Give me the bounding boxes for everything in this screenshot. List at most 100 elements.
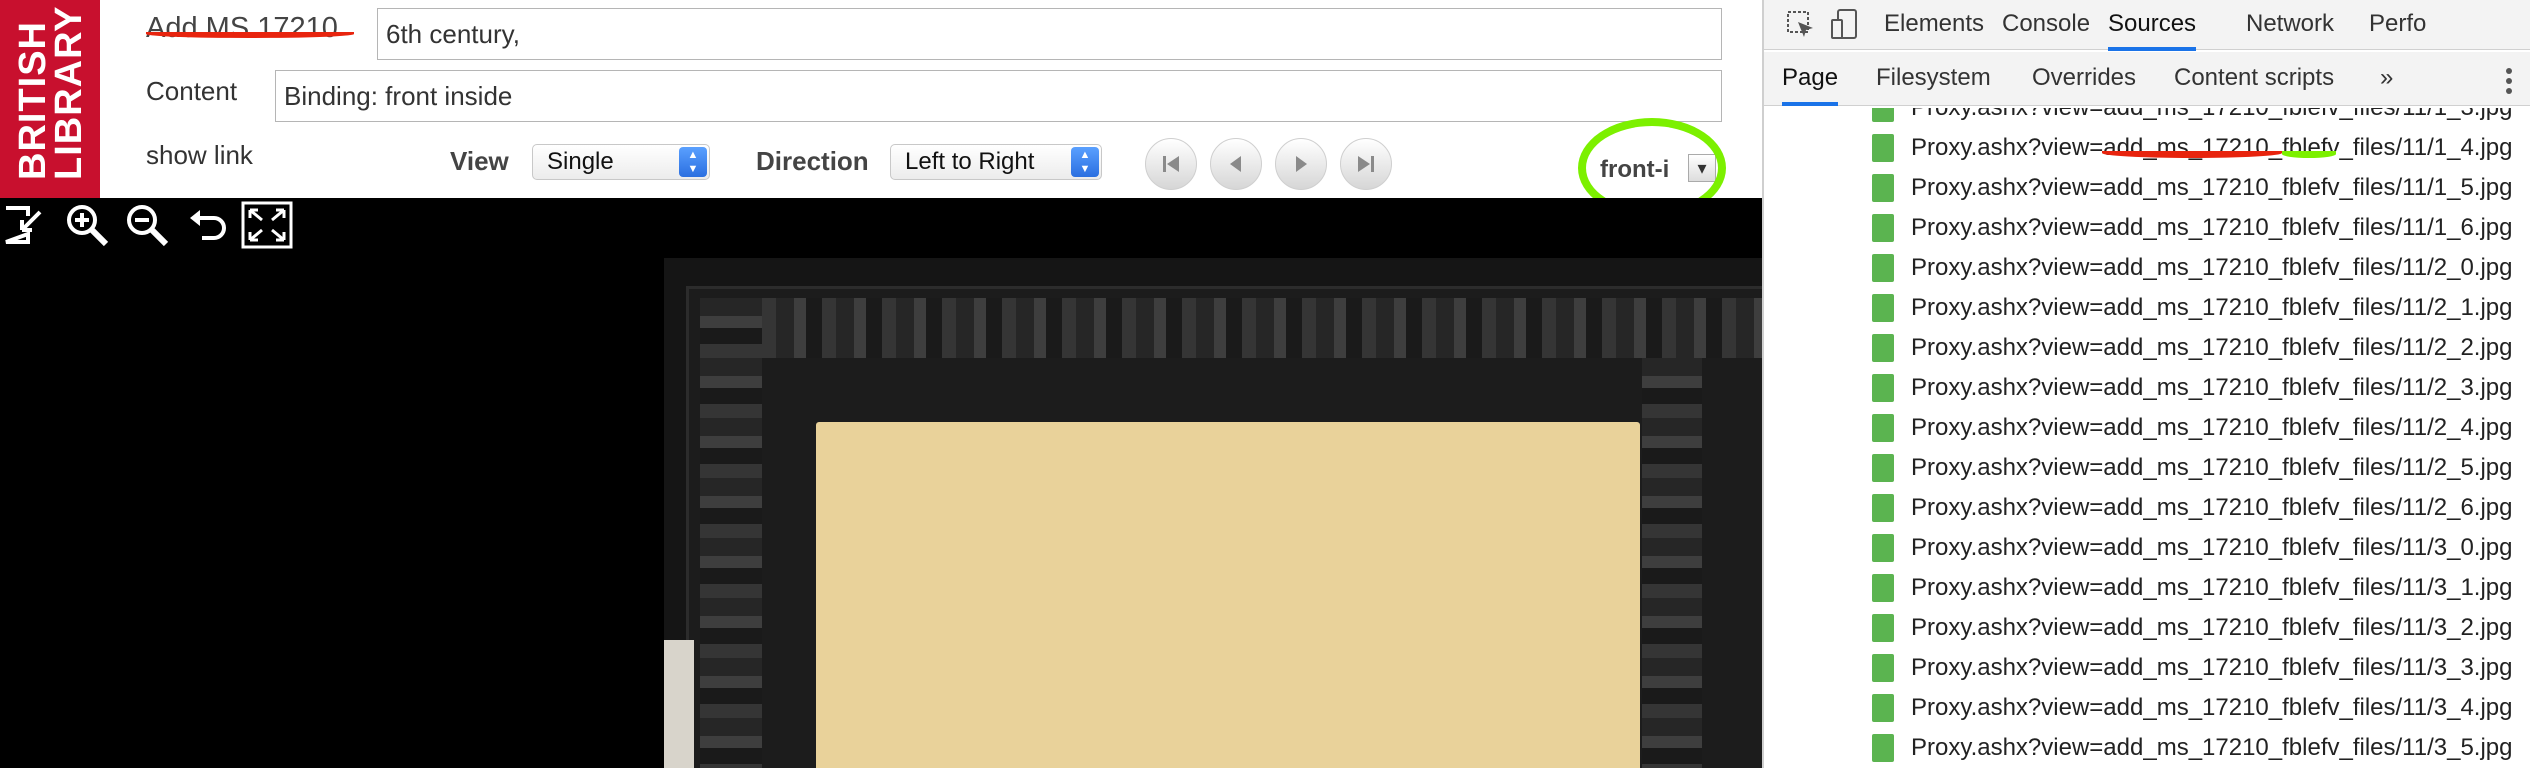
tab-network[interactable]: Network: [2246, 10, 2334, 38]
content-field-value: Binding: front inside: [284, 80, 513, 111]
image-file-icon: [1872, 374, 1894, 402]
select-arrows-icon: ▲ ▼: [1071, 147, 1099, 177]
view-select[interactable]: Single ▲ ▼: [532, 144, 710, 180]
file-row[interactable]: Proxy.ashx?view=add_ms_17210_fblefv_file…: [1872, 208, 2513, 248]
image-file-icon: [1872, 734, 1894, 762]
image-file-icon: [1872, 494, 1894, 522]
zoom-out-button[interactable]: [120, 200, 174, 250]
manuscript-viewer: BRITISH LIBRARY Add MS 17210 6th century…: [0, 0, 1762, 768]
image-file-icon: [1872, 334, 1894, 362]
red-underline-annotation: [146, 30, 354, 38]
date-field[interactable]: 6th century,: [377, 8, 1722, 60]
exit-button[interactable]: [0, 200, 54, 250]
last-page-button[interactable]: [1340, 138, 1392, 190]
endpaper: [816, 422, 1640, 768]
rotate-icon: [190, 210, 226, 240]
next-page-button[interactable]: [1275, 138, 1327, 190]
image-file-icon: [1872, 108, 1894, 122]
image-file-icon: [1872, 694, 1894, 722]
file-row[interactable]: Proxy.ashx?view=add_ms_17210_fblefv_file…: [1872, 608, 2513, 648]
fullscreen-icon: [241, 201, 293, 249]
skip-first-icon: [1163, 156, 1179, 172]
first-page-button[interactable]: [1145, 138, 1197, 190]
previous-page-button[interactable]: [1210, 138, 1262, 190]
file-name: Proxy.ashx?view=add_ms_17210_fblefv_file…: [1911, 214, 2513, 241]
file-row[interactable]: Proxy.ashx?view=add_ms_17210_fblefv_file…: [1872, 288, 2513, 328]
date-field-value: 6th century,: [386, 18, 520, 49]
subtab-page[interactable]: Page: [1782, 64, 1839, 106]
file-name: Proxy.ashx?view=add_ms_17210_fblefv_file…: [1911, 494, 2513, 521]
logo-line-library: LIBRARY: [48, 5, 90, 180]
subtab-filesystem[interactable]: Filesystem: [1876, 64, 1991, 92]
green-underline-annotation: [2282, 150, 2336, 158]
play-left-icon: [1230, 156, 1241, 172]
file-name: Proxy.ashx?view=add_ms_17210_fblefv_file…: [1911, 454, 2513, 481]
device-toolbar-icon[interactable]: [1830, 8, 1860, 40]
file-row[interactable]: Proxy.ashx?view=add_ms_17210_fblefv_file…: [1872, 108, 2513, 128]
file-name: Proxy.ashx?view=add_ms_17210_fblefv_file…: [1911, 414, 2513, 441]
file-row[interactable]: Proxy.ashx?view=add_ms_17210_fblefv_file…: [1872, 528, 2513, 568]
british-library-logo[interactable]: BRITISH LIBRARY: [0, 0, 100, 198]
file-name: Proxy.ashx?view=add_ms_17210_fblefv_file…: [1911, 574, 2513, 601]
file-name: Proxy.ashx?view=add_ms_17210_fblefv_file…: [1911, 294, 2513, 321]
ornament-top: [716, 298, 1762, 358]
image-file-icon: [1872, 534, 1894, 562]
image-file-icon: [1872, 454, 1894, 482]
file-row[interactable]: Proxy.ashx?view=add_ms_17210_fblefv_file…: [1872, 328, 2513, 368]
file-row[interactable]: Proxy.ashx?view=add_ms_17210_fblefv_file…: [1872, 168, 2513, 208]
image-file-icon: [1872, 414, 1894, 442]
zoom-in-button[interactable]: [60, 200, 114, 250]
shelfmark-title: Add MS 17210: [146, 12, 338, 44]
file-name: Proxy.ashx?view=add_ms_17210_fblefv_file…: [1911, 654, 2513, 681]
view-select-value: Single: [547, 148, 614, 175]
image-file-icon: [1872, 134, 1894, 162]
image-file-icon: [1872, 174, 1894, 202]
devtools-tab-bar: Elements Console Sources Network Perfo: [1764, 0, 2530, 51]
inspect-element-icon[interactable]: [1786, 10, 1816, 40]
file-row[interactable]: Proxy.ashx?view=add_ms_17210_fblefv_file…: [1872, 648, 2513, 688]
zoom-in-icon: [67, 205, 109, 247]
sources-navigator-tabs: Page Filesystem Overrides Content script…: [1764, 52, 2530, 106]
direction-select[interactable]: Left to Right ▲ ▼: [890, 144, 1102, 180]
file-row[interactable]: Proxy.ashx?view=add_ms_17210_fblefv_file…: [1872, 688, 2513, 728]
logo-line-british: BRITISH: [12, 21, 54, 180]
file-row[interactable]: Proxy.ashx?view=add_ms_17210_fblefv_file…: [1872, 408, 2513, 448]
scale-ruler: [664, 640, 694, 768]
file-row[interactable]: Proxy.ashx?view=add_ms_17210_fblefv_file…: [1872, 728, 2513, 768]
skip-last-icon: [1358, 156, 1374, 172]
file-name: Proxy.ashx?view=add_ms_17210_fblefv_file…: [1911, 174, 2513, 201]
rotate-button[interactable]: [180, 200, 234, 250]
kebab-menu-icon[interactable]: [2504, 66, 2514, 96]
file-row[interactable]: Proxy.ashx?view=add_ms_17210_fblefv_file…: [1872, 248, 2513, 288]
tab-elements[interactable]: Elements: [1884, 10, 1984, 38]
file-name: Proxy.ashx?view=add_ms_17210_fblefv_file…: [1911, 534, 2513, 561]
view-label: View: [450, 146, 509, 176]
file-name: Proxy.ashx?view=add_ms_17210_fblefv_file…: [1911, 614, 2513, 641]
file-name: Proxy.ashx?view=add_ms_17210_fblefv_file…: [1911, 334, 2513, 361]
file-name: Proxy.ashx?view=add_ms_17210_fblefv_file…: [1911, 734, 2513, 761]
fullscreen-button[interactable]: [240, 200, 294, 250]
file-row[interactable]: Proxy.ashx?view=add_ms_17210_fblefv_file…: [1872, 488, 2513, 528]
file-name: Proxy.ashx?view=add_ms_17210_fblefv_file…: [1911, 254, 2513, 281]
file-row[interactable]: Proxy.ashx?view=add_ms_17210_fblefv_file…: [1872, 448, 2513, 488]
tab-performance[interactable]: Perfo: [2369, 10, 2426, 38]
content-label: Content: [146, 76, 238, 106]
tab-sources[interactable]: Sources: [2108, 10, 2197, 51]
tab-console[interactable]: Console: [2002, 10, 2090, 38]
show-link[interactable]: show link: [146, 140, 253, 171]
exit-icon: [5, 206, 42, 244]
image-file-icon: [1872, 254, 1894, 282]
ornament-right: [1642, 358, 1702, 768]
subtab-content-scripts[interactable]: Content scripts: [2174, 64, 2334, 92]
red-underline-annotation: [2102, 148, 2282, 158]
file-row[interactable]: Proxy.ashx?view=add_ms_17210_fblefv_file…: [1872, 368, 2513, 408]
image-file-icon: [1872, 294, 1894, 322]
file-row[interactable]: Proxy.ashx?view=add_ms_17210_fblefv_file…: [1872, 568, 2513, 608]
more-tabs-icon[interactable]: »: [2380, 64, 2393, 92]
subtab-overrides[interactable]: Overrides: [2032, 64, 2136, 92]
select-arrows-icon: ▲ ▼: [679, 147, 707, 177]
play-right-icon: [1296, 156, 1307, 172]
content-field[interactable]: Binding: front inside: [275, 70, 1722, 122]
image-file-icon: [1872, 574, 1894, 602]
zoom-out-icon: [127, 205, 169, 247]
